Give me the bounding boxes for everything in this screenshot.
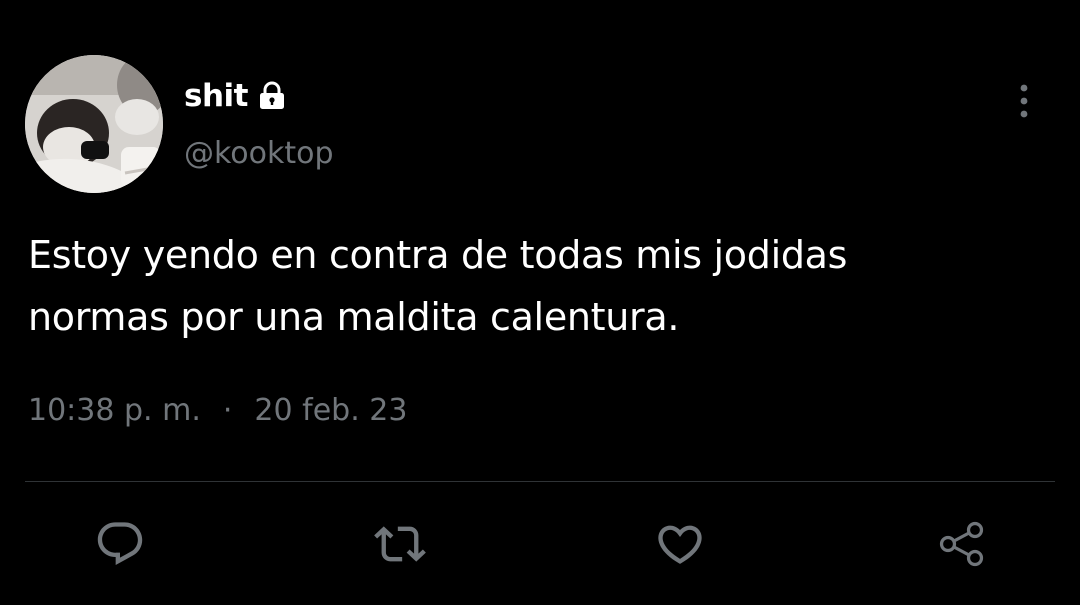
avatar[interactable] [25,55,163,193]
user-handle[interactable]: @kooktop [184,136,334,171]
tweet-text-line-2: normas por una maldita calentura. [28,295,680,339]
tweet-meta: 10:38 p. m. · 20 feb. 23 [28,393,407,428]
author-name-row: shit [184,76,288,116]
display-name[interactable]: shit [184,78,248,114]
reply-icon [97,522,143,566]
tweet-date[interactable]: 20 feb. 23 [254,393,407,428]
divider [25,481,1055,482]
avatar-photo [25,55,163,193]
retweet-button[interactable] [372,516,428,572]
tweet-detail: shit @kooktop Estoy yendo en contra de t… [0,0,1080,605]
tweet-text-line-1: Estoy yendo en contra de todas mis jodid… [28,233,848,277]
lock-icon [256,80,288,112]
tweet-time[interactable]: 10:38 p. m. [28,393,201,428]
tweet-text: Estoy yendo en contra de todas mis jodid… [28,224,1038,348]
reply-button[interactable] [92,516,148,572]
like-button[interactable] [652,516,708,572]
meta-separator: · [222,393,233,428]
share-icon [939,521,984,567]
heart-icon [658,525,702,564]
retweet-icon [374,526,426,562]
more-options-button[interactable] [1004,78,1044,122]
share-button[interactable] [934,516,990,572]
more-vertical-icon [1020,84,1028,118]
